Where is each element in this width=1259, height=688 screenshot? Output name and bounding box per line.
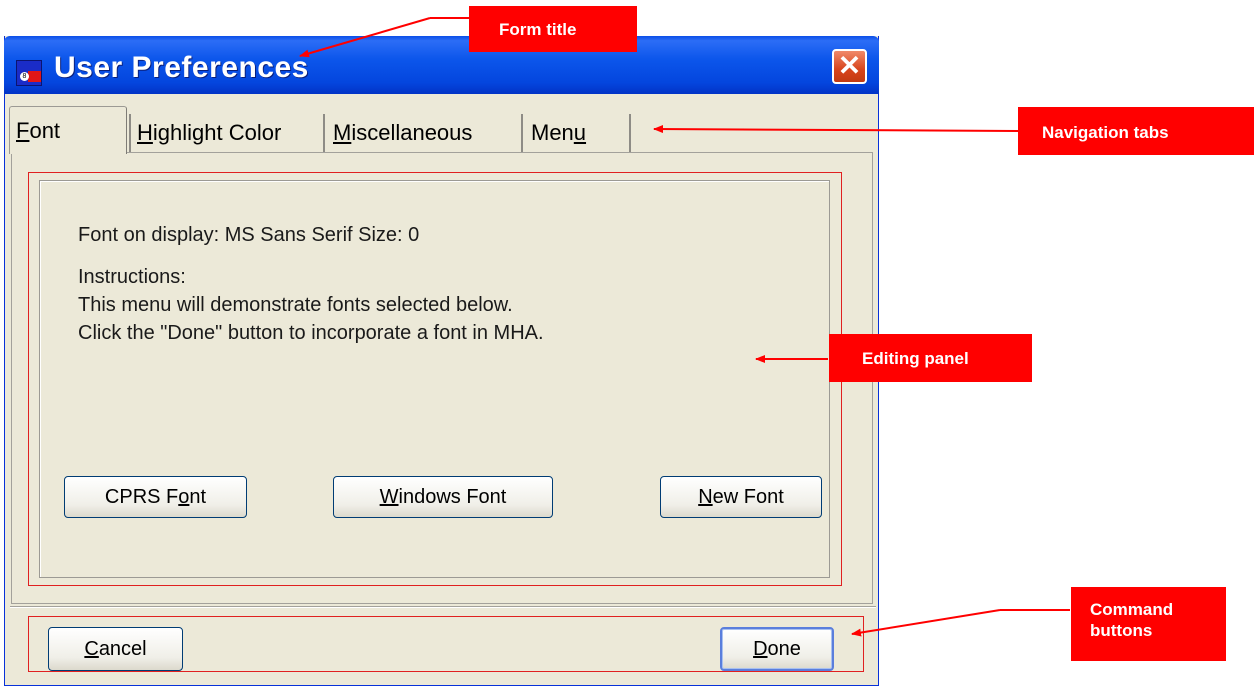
command-buttons-callout-line-1: Command [1090,600,1174,619]
app-icon-red-block [28,71,41,82]
navigation-tabs-callout: Navigation tabs [1018,107,1254,155]
cancel-mnemonic: C [84,638,99,660]
new-font-label: ew Font [712,486,784,508]
tab-miscellaneous-mnemonic: M [333,120,352,145]
command-buttons-callout: Command buttons [1071,587,1226,661]
app-icon: 8 [16,60,42,86]
window-title: User Preferences [54,51,309,84]
editing-panel-callout: Editing panel [829,334,1032,382]
done-mnemonic: D [753,638,768,660]
tab-menu-label: Men [531,120,574,145]
tab-menu-mnemonic: u [573,120,587,145]
command-buttons-callout-line-2: buttons [1090,621,1153,640]
tab-highlight-color-mnemonic: H [137,120,153,145]
instructions-line-1: This menu will demonstrate fonts selecte… [78,294,513,316]
instructions-heading: Instructions: [78,266,186,288]
windows-font-mnemonic: W [379,486,399,508]
windows-font-label: indows Font [398,486,507,508]
command-divider [10,606,876,608]
new-font-button[interactable]: New Font [660,476,822,518]
form-title-callout: Form title [469,6,637,52]
cancel-button[interactable]: Cancel [48,627,183,671]
cprs-font-label-pre: CPRS F [104,486,179,508]
done-button[interactable]: Done [720,627,834,671]
tab-highlight-color-label: ighlight Color [152,120,282,145]
tab-font-mnemonic: F [16,118,30,143]
tab-font[interactable]: Font [9,106,127,154]
tab-font-label: ont [29,118,61,143]
app-icon-badge: 8 [20,72,29,81]
tab-miscellaneous[interactable]: Miscellaneous [327,114,523,152]
instructions-line-2: Click the "Done" button to incorporate a… [78,322,544,344]
tab-menu[interactable]: Menu [525,114,631,152]
close-icon: ✕ [837,50,862,81]
cprs-font-button[interactable]: CPRS Font [64,476,247,518]
new-font-mnemonic: N [698,486,713,508]
windows-font-button[interactable]: Windows Font [333,476,553,518]
font-on-display-label: Font on display: MS Sans Serif Size: 0 [78,224,420,246]
cprs-font-mnemonic: o [178,486,190,508]
cprs-font-label-rest: nt [189,486,207,508]
done-label: one [767,638,801,660]
title-bar[interactable]: 8 User Preferences ✕ [4,36,879,94]
close-button[interactable]: ✕ [832,49,867,84]
tab-highlight-color[interactable]: Highlight Color [129,114,325,152]
tab-miscellaneous-label: iscellaneous [351,120,473,145]
cancel-label: ancel [98,638,147,660]
